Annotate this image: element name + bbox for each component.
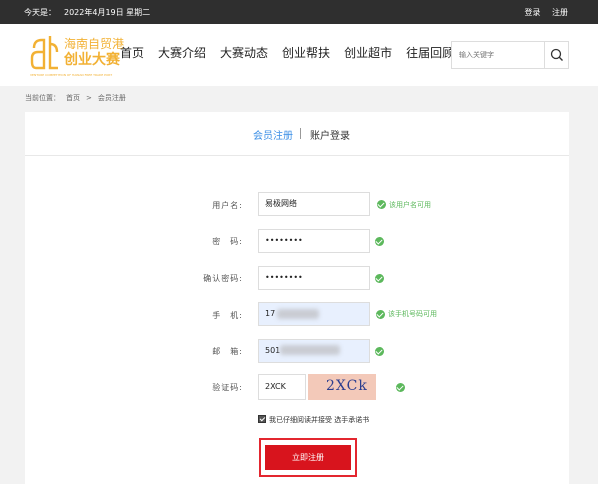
captcha-ok-icon [396,383,405,392]
captcha-image[interactable]: 2XCk [308,374,376,400]
phone-redaction [277,309,319,319]
agreement-text[interactable]: 我已仔细阅读并接受 选手承诺书 [269,416,369,424]
tab-divider [300,128,301,139]
email-value: 501 [265,346,281,355]
register-card: 会员注册 账户登录 [25,112,569,484]
logo-mark-icon [30,36,59,70]
password-field[interactable]: •••••••• [258,229,370,253]
email-ok-icon [375,347,384,356]
email-label: 邮 箱: [212,347,243,356]
confirm-password-ok-icon [375,274,384,283]
register-link[interactable]: 注册 [552,8,568,17]
phone-hint: 该手机号码可用 [388,310,437,318]
header: 海南自贸港 创业大赛 VENTURE COMPETITION OF HAINAN… [0,24,598,86]
register-submit-button[interactable]: 立即注册 [265,445,351,470]
email-redaction [280,345,340,355]
breadcrumb-label: 当前位置： [25,94,60,102]
breadcrumb-current: 会员注册 [97,94,126,102]
tab-login[interactable]: 账户登录 [310,127,350,142]
confirm-password-label: 确认密码: [203,274,243,283]
nav-item-news[interactable]: 大赛动态 [220,44,268,61]
username-hint: 该用户名可用 [389,201,431,209]
breadcrumb-home[interactable]: 首页 [66,94,80,102]
nav-item-review[interactable]: 往届回顾 [406,44,454,61]
phone-value: 17 [265,309,276,318]
current-date: 2022年4月19日 星期二 [64,8,151,17]
username-ok-icon [377,200,386,209]
username-field[interactable]: 易极网络 [258,192,370,216]
tab-register[interactable]: 会员注册 [253,127,293,142]
search-input[interactable] [452,42,544,68]
logo-tagline: VENTURE COMPETITION OF HAINAN FREE TRADE… [30,73,113,77]
captcha-field[interactable]: 2XCK [258,374,306,400]
auth-tabs: 会员注册 账户登录 [25,112,569,156]
captcha-label: 验证码: [212,383,243,392]
agreement-checkbox[interactable] [258,415,266,423]
nav-item-intro[interactable]: 大赛介绍 [158,44,206,61]
date-display: 今天是： 2022年4月19日 星期二 [24,7,158,18]
search-icon [550,48,563,61]
today-label: 今天是： [24,8,56,17]
logo-line2: 创业大赛 [64,52,120,68]
phone-label: 手 机: [212,311,243,320]
login-link[interactable]: 登录 [524,8,540,17]
captcha-image-text: 2XCk [326,378,368,394]
password-ok-icon [375,237,384,246]
nav-item-home[interactable]: 首页 [120,44,144,61]
username-label: 用户名: [212,201,243,210]
main-nav: 首页 大赛介绍 大赛动态 创业帮扶 创业超市 往届回顾 [120,44,468,61]
top-bar: 今天是： 2022年4月19日 星期二 登录 注册 [0,0,598,24]
confirm-password-field[interactable]: •••••••• [258,266,370,290]
breadcrumb: 当前位置： 首页 > 会员注册 [25,93,132,103]
nav-item-support[interactable]: 创业帮扶 [282,44,330,61]
nav-item-market[interactable]: 创业超市 [344,44,392,61]
breadcrumb-separator: > [86,94,92,102]
password-label: 密 码: [212,237,243,246]
agreement-row: 我已仔细阅读并接受 选手承诺书 [258,415,369,425]
phone-ok-icon [376,310,385,319]
search-button[interactable] [544,42,568,68]
search-box [451,41,569,69]
logo[interactable]: 海南自贸港 创业大赛 VENTURE COMPETITION OF HAINAN… [30,34,126,78]
